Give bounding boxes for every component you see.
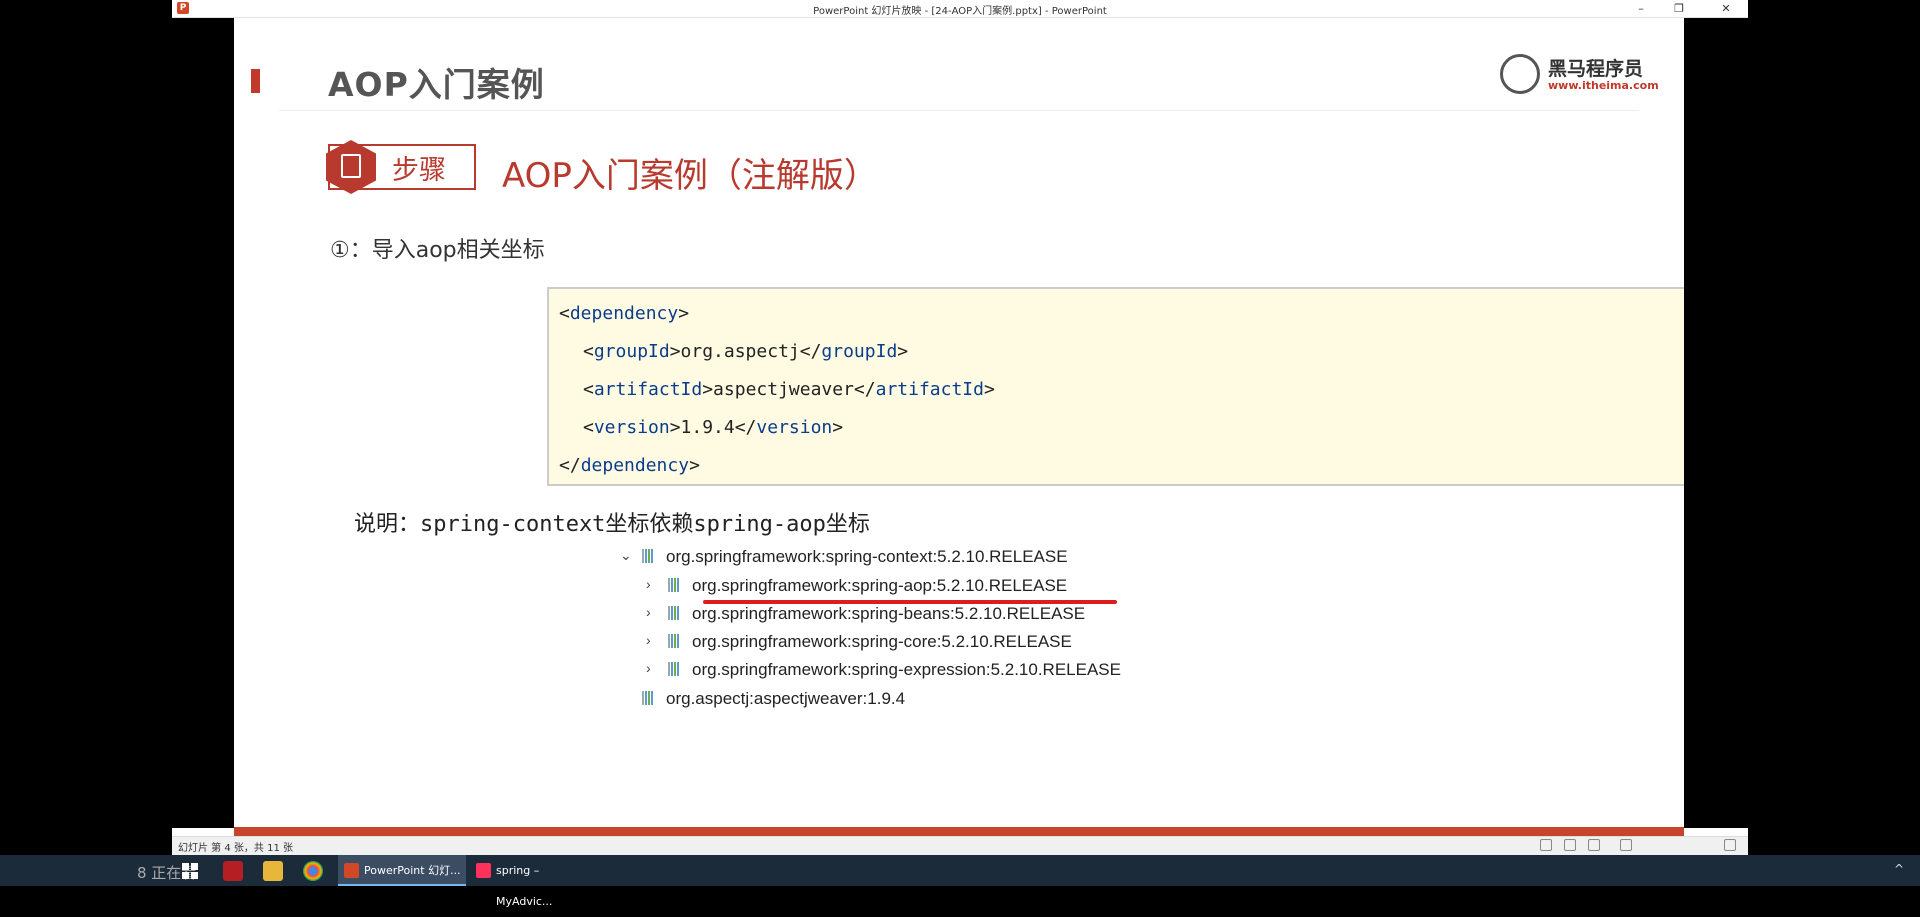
app-icon[interactable] — [223, 861, 243, 881]
chrome-icon[interactable] — [303, 861, 323, 881]
file-explorer-icon[interactable] — [263, 861, 283, 881]
library-icon — [668, 605, 686, 620]
library-icon — [668, 577, 686, 592]
note-text: 说明：spring-context坐标依赖spring-aop坐标 — [354, 512, 870, 537]
chevron-right-icon[interactable]: › — [646, 604, 651, 620]
slideshow-icon[interactable] — [1620, 839, 1632, 851]
horse-logo-icon — [1500, 54, 1540, 94]
restore-button[interactable]: ❐ — [1662, 0, 1696, 17]
slide-letterbox-left — [172, 18, 234, 828]
window-titlebar: P PowerPoint 幻灯片放映 - [24-AOP入门案例.pptx] -… — [172, 0, 1748, 18]
taskbar: 8 正在看 PowerPoint 幻灯... spring – MyAdvic.… — [0, 855, 1920, 908]
tree-row-label: org.springframework:spring-aop:5.2.10.RE… — [692, 576, 1068, 595]
code-line: </dependency> — [559, 455, 700, 476]
code-line: <version>1.9.4</version> — [583, 417, 844, 438]
normal-view-icon[interactable] — [1540, 839, 1552, 851]
powerpoint-window: P PowerPoint 幻灯片放映 - [24-AOP入门案例.pptx] -… — [172, 0, 1748, 855]
tree-row[interactable]: ⌄ org.springframework:spring-context:5.2… — [620, 547, 1068, 567]
close-button[interactable]: ✕ — [1709, 0, 1743, 17]
step-title: AOP入门案例（注解版） — [502, 156, 878, 196]
reading-view-icon[interactable] — [1588, 839, 1600, 851]
highlight-underline — [703, 600, 1117, 604]
chevron-right-icon[interactable]: › — [646, 632, 651, 648]
tree-row[interactable]: › org.springframework:spring-core:5.2.10… — [646, 632, 1072, 652]
code-block: <dependency> <groupId>org.aspectj</group… — [547, 287, 1684, 486]
chevron-right-icon[interactable]: › — [646, 660, 651, 676]
taskbar-intellij[interactable]: spring – MyAdvic... — [470, 855, 598, 908]
slide-bottom-bar — [234, 827, 1684, 836]
tree-row-label: org.springframework:spring-context:5.2.1… — [666, 547, 1068, 566]
tree-row-label: org.aspectj:aspectjweaver:1.9.4 — [666, 689, 906, 708]
intellij-icon — [476, 863, 491, 878]
tree-row[interactable]: › org.springframework:spring-aop:5.2.10.… — [646, 576, 1067, 596]
slide-sorter-icon[interactable] — [1564, 839, 1576, 851]
library-icon — [642, 548, 660, 563]
window-title: PowerPoint 幻灯片放映 - [24-AOP入门案例.pptx] - P… — [813, 6, 1107, 17]
tree-row-label: org.springframework:spring-core:5.2.10.R… — [692, 632, 1072, 651]
taskbar-powerpoint[interactable]: PowerPoint 幻灯... — [338, 855, 466, 886]
library-icon — [668, 661, 686, 676]
slide-counter: 幻灯片 第 4 张，共 11 张 — [178, 843, 293, 854]
logo-url: www.itheima.com — [1548, 79, 1659, 92]
code-line: <dependency> — [559, 303, 690, 324]
chevron-down-icon[interactable]: ⌄ — [620, 547, 632, 564]
header-accent-bar — [251, 69, 260, 93]
tree-row-label: org.springframework:spring-beans:5.2.10.… — [692, 604, 1086, 623]
tray-chevron-icon[interactable]: ^ — [1894, 862, 1904, 876]
slide-letterbox-right — [1684, 18, 1748, 828]
logo-name: 黑马程序员 — [1548, 58, 1644, 80]
tree-row[interactable]: › org.springframework:spring-expression:… — [646, 660, 1121, 680]
slide-header-title: AOP入门案例 — [328, 65, 545, 104]
tree-row[interactable]: › org.springframework:spring-beans:5.2.1… — [646, 604, 1085, 624]
step-item-1: ①：导入aop相关坐标 — [330, 238, 545, 263]
windows-start-icon[interactable] — [182, 863, 198, 879]
tree-row[interactable]: org.aspectj:aspectjweaver:1.9.4 — [620, 689, 905, 709]
code-line: <groupId>org.aspectj</groupId> — [583, 341, 909, 362]
itheima-logo: 黑马程序员 www.itheima.com — [1500, 50, 1659, 96]
chevron-right-icon[interactable]: › — [646, 576, 651, 592]
header-divider — [279, 110, 1639, 111]
library-icon — [668, 633, 686, 648]
status-bar: 幻灯片 第 4 张，共 11 张 — [172, 836, 1748, 855]
fit-slide-icon[interactable] — [1724, 839, 1736, 851]
code-line: <artifactId>aspectjweaver</artifactId> — [583, 379, 995, 400]
taskbar-item-label: spring – MyAdvic... — [496, 864, 553, 908]
step-label: 步骤 — [392, 155, 446, 186]
minimize-button[interactable]: – — [1624, 0, 1658, 17]
slide[interactable]: AOP入门案例 黑马程序员 www.itheima.com 步骤 AOP入门案例… — [234, 18, 1684, 828]
library-icon — [642, 690, 660, 705]
taskbar-item-label: PowerPoint 幻灯... — [364, 864, 461, 877]
powerpoint-icon — [344, 863, 359, 878]
tree-row-label: org.springframework:spring-expression:5.… — [692, 660, 1121, 679]
